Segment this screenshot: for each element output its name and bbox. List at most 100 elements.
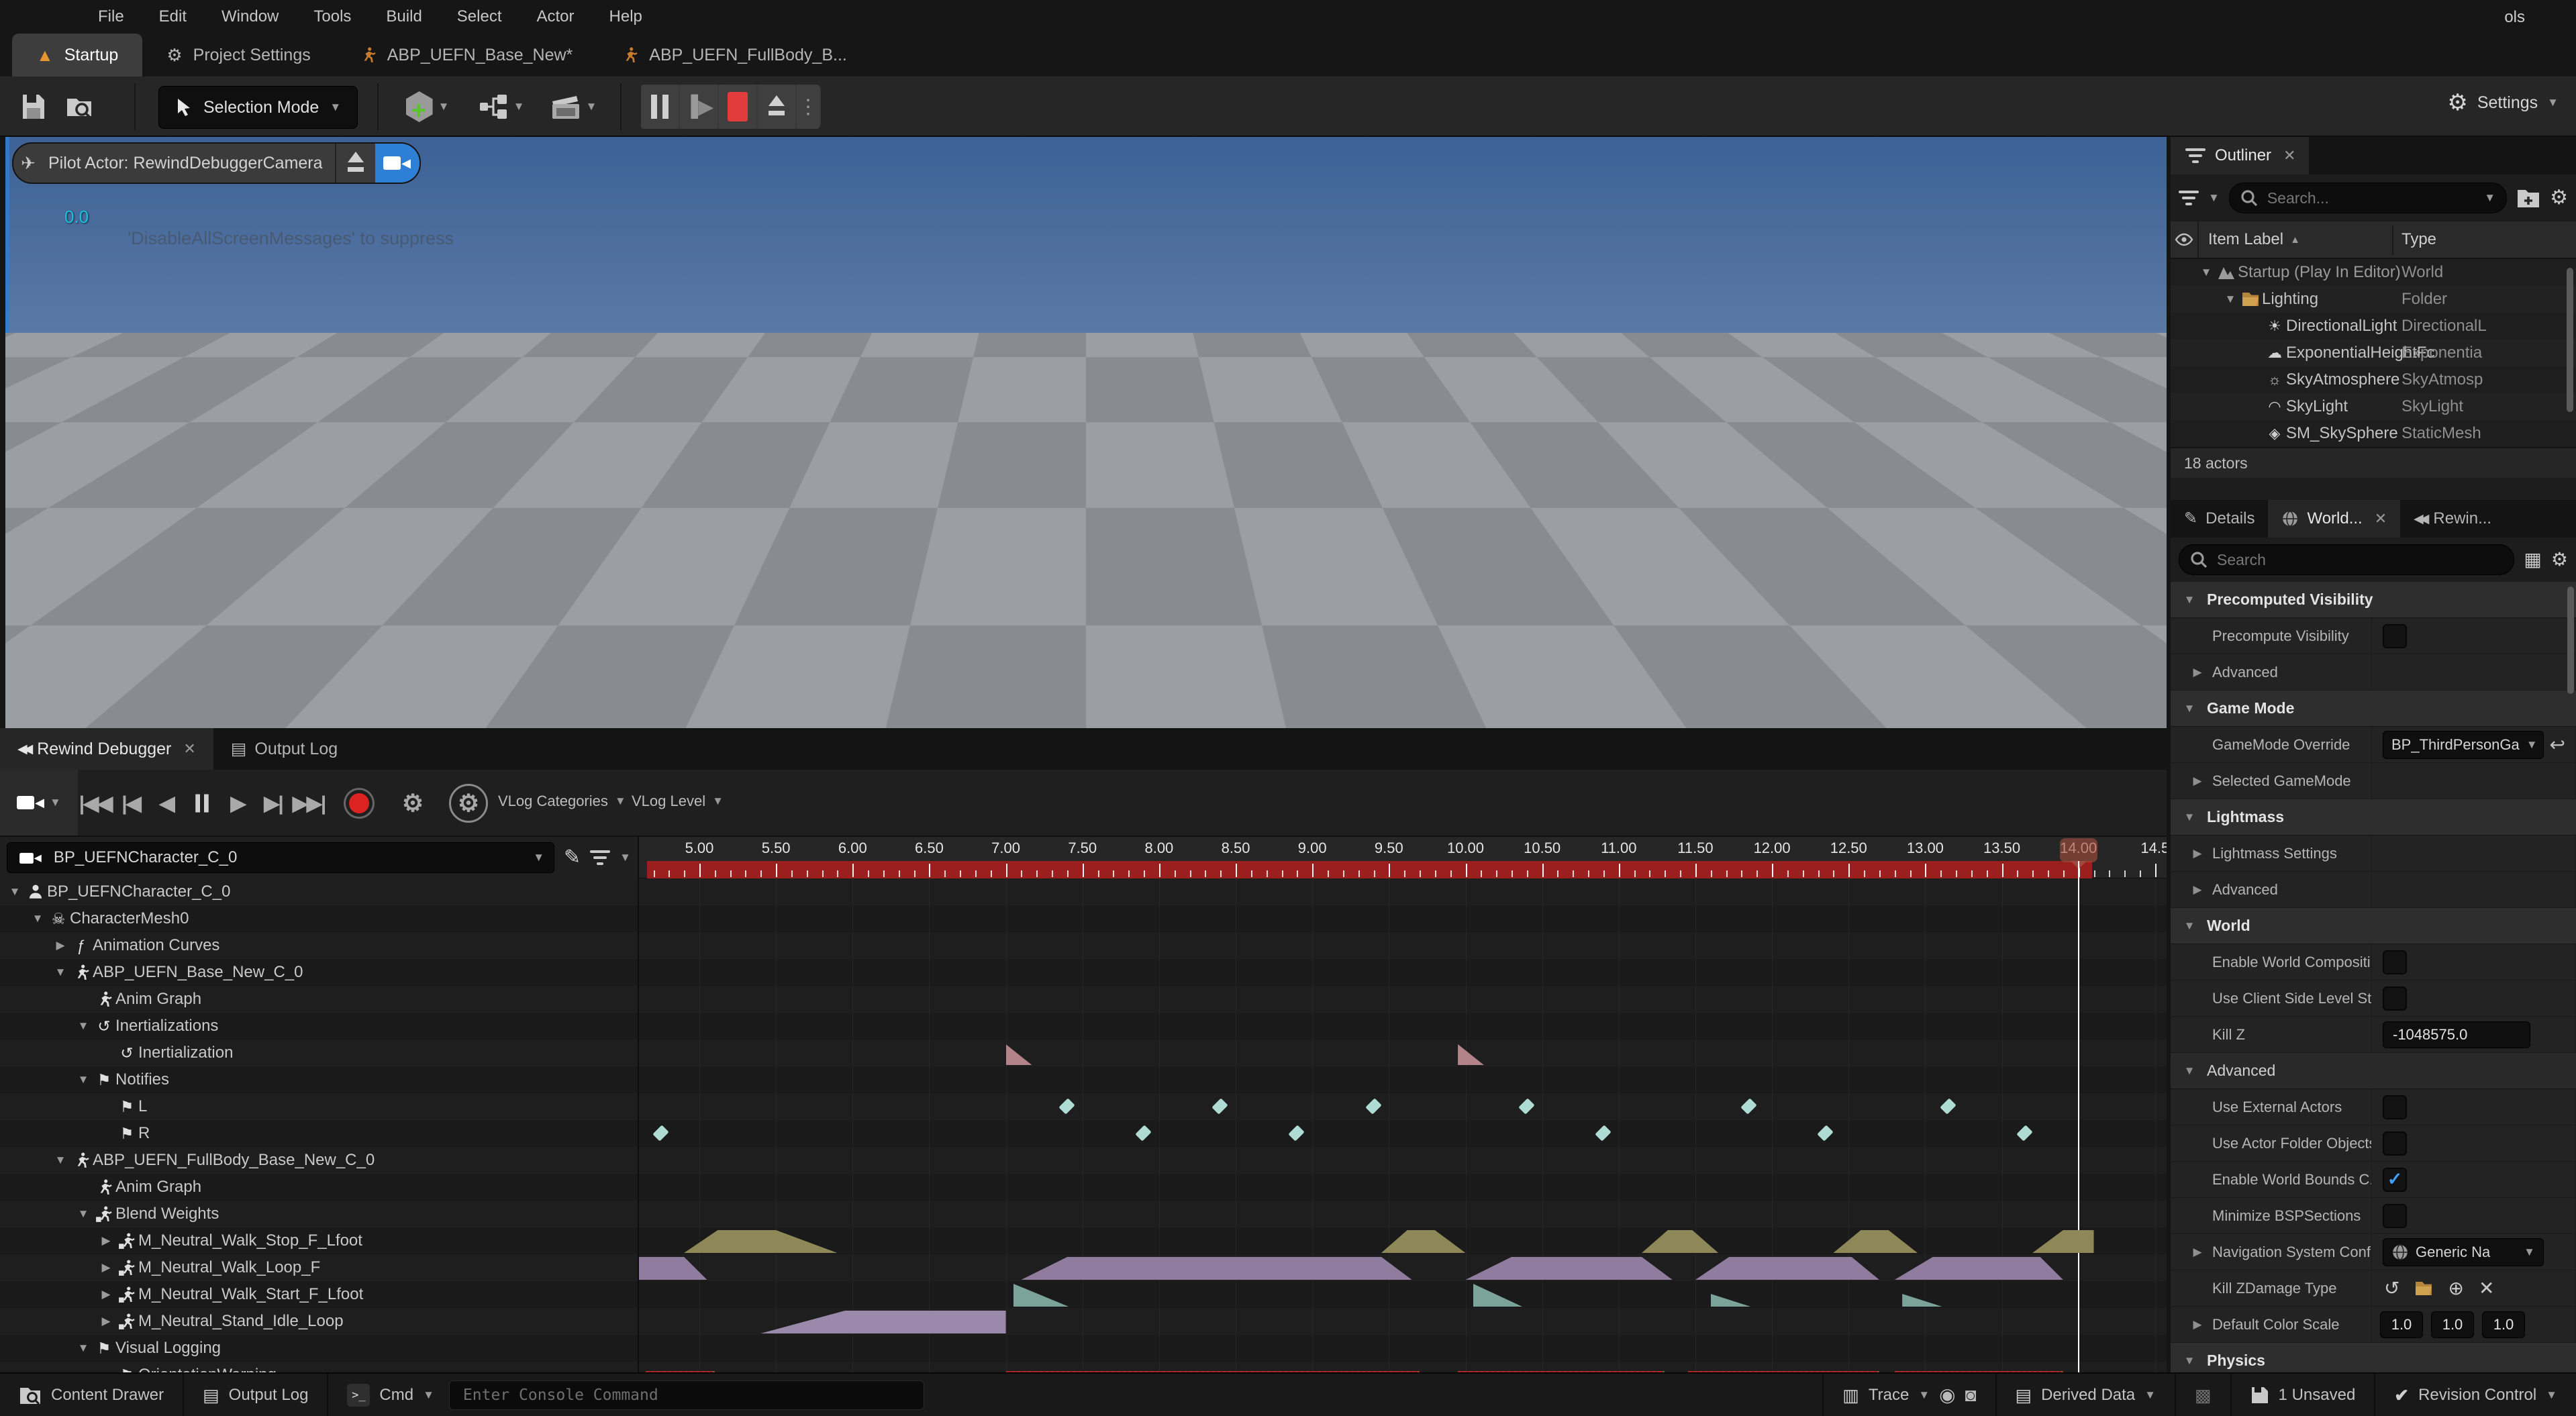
tree-row-inertialization[interactable]: ↺Inertialization	[0, 1040, 638, 1066]
pick-icon[interactable]: ⊕	[2448, 1279, 2463, 1298]
target-settings-button[interactable]: ⚙	[448, 782, 489, 825]
timeline-ruler[interactable]: 5.005.506.006.507.007.508.008.509.009.50…	[639, 837, 2167, 878]
tree-row-anim-graph[interactable]: Anim Graph	[0, 1174, 638, 1201]
details-scrollbar[interactable]	[2567, 587, 2574, 694]
tree-row-orientationwarping[interactable]: ⚑OrientationWarping	[0, 1362, 638, 1372]
outliner-search[interactable]: ▼	[2229, 183, 2507, 213]
vlog-level-dropdown[interactable]: VLog Level ▼	[632, 793, 724, 810]
tree-row-notifies[interactable]: ▼⚑Notifies	[0, 1066, 638, 1093]
section-advanced[interactable]: ▼Advanced	[2171, 1053, 2576, 1089]
expander-open-icon[interactable]: ▼	[74, 1342, 93, 1355]
tree-row-visual-logging[interactable]: ▼⚑Visual Logging	[0, 1335, 638, 1362]
tab-outliner[interactable]: Outliner ✕	[2171, 137, 2309, 174]
outliner-row[interactable]: ☼SkyAtmosphereSkyAtmosp	[2171, 366, 2576, 393]
tree-row-bp-uefncharacter-c-0[interactable]: ▼BP_UEFNCharacter_C_0	[0, 878, 638, 905]
asset-tab-project-settings[interactable]: ⚙Project Settings	[142, 34, 334, 77]
close-icon[interactable]: ✕	[2375, 510, 2387, 527]
details-settings-gear-icon[interactable]: ⚙	[2551, 550, 2568, 569]
autoeject-settings-button[interactable]: ⚙	[393, 782, 433, 825]
expander-icon[interactable]: ▶	[2191, 1246, 2204, 1259]
number-input[interactable]: 1.0	[2380, 1311, 2423, 1338]
expander-icon[interactable]: ▶	[2191, 774, 2204, 788]
outliner-row[interactable]: ☀DirectionalLightDirectionalL	[2171, 313, 2576, 340]
console-command-box[interactable]	[449, 1380, 924, 1410]
console-command-input[interactable]	[462, 1386, 911, 1405]
prev-frame-button[interactable]: |◀	[114, 782, 148, 825]
expander-open-icon[interactable]: ▼	[2197, 266, 2215, 279]
mode-selector[interactable]: Selection Mode ▼	[158, 86, 358, 129]
frame-skip-button[interactable]: ▐▶	[680, 85, 717, 129]
insights-button[interactable]: ▩	[2176, 1374, 2232, 1416]
reset-to-default-icon[interactable]: ↩	[2550, 734, 2565, 756]
tree-row-r[interactable]: ⚑R	[0, 1120, 638, 1147]
section-world[interactable]: ▼World	[2171, 908, 2576, 944]
expander-open-icon[interactable]: ▼	[51, 966, 70, 979]
close-icon[interactable]: ✕	[183, 740, 195, 758]
section-game-mode[interactable]: ▼Game Mode	[2171, 691, 2576, 727]
number-input[interactable]: 1.0	[2431, 1311, 2474, 1338]
tree-row-inertializations[interactable]: ▼↺Inertializations	[0, 1013, 638, 1040]
use-selected-icon[interactable]: ↺	[2384, 1279, 2399, 1298]
trace-snapshot-icon[interactable]: ◙	[1965, 1386, 1977, 1405]
pilot-actor-bar[interactable]: ✈ Pilot Actor: RewindDebuggerCamera ◀	[12, 142, 421, 184]
first-frame-button[interactable]: |◀◀	[79, 782, 112, 825]
tree-row-m-neutral-walk-stop-f-lfoot[interactable]: ▶M_Neutral_Walk_Stop_F_Lfoot	[0, 1227, 638, 1254]
section-lightmass[interactable]: ▼Lightmass	[2171, 799, 2576, 836]
menu-tools[interactable]: Tools	[313, 7, 351, 26]
asset-tab-startup[interactable]: ▲Startup	[12, 34, 142, 77]
browse-content-button[interactable]	[62, 86, 97, 128]
dropdown[interactable]: BP_ThirdPersonGa▼	[2383, 731, 2544, 759]
tab-output-log[interactable]: ▤Output Log	[213, 728, 355, 770]
tree-row-charactermesh0[interactable]: ▼☠CharacterMesh0	[0, 905, 638, 932]
stop-button[interactable]	[719, 85, 756, 129]
playhead-line[interactable]	[2078, 861, 2079, 1372]
expander-icon[interactable]: ▶	[97, 1315, 115, 1328]
cmd-dropdown[interactable]: >_ Cmd ▼	[328, 1374, 943, 1416]
save-button[interactable]	[16, 86, 51, 128]
outliner-row[interactable]: ▼Startup (Play In Editor)World	[2171, 259, 2576, 286]
menu-edit[interactable]: Edit	[159, 7, 187, 26]
expander-open-icon[interactable]: ▼	[28, 912, 47, 925]
debug-target-select[interactable]: ◀ BP_UEFNCharacter_C_0 ▼	[7, 842, 554, 873]
output-log-button[interactable]: ▤ Output Log	[184, 1374, 328, 1416]
expander-icon[interactable]: ▶	[97, 1261, 115, 1274]
tree-row-anim-graph[interactable]: Anim Graph	[0, 986, 638, 1013]
menu-file[interactable]: File	[98, 7, 124, 26]
trace-dropdown[interactable]: ▥ Trace ▼ ◉ ◙	[1822, 1374, 1996, 1416]
expander-open-icon[interactable]: ▼	[5, 885, 24, 899]
outliner-row[interactable]: ▼LightingFolder	[2171, 286, 2576, 313]
tree-row-abp-uefn-fullbody-base-new-c-0[interactable]: ▼ABP_UEFN_FullBody_Base_New_C_0	[0, 1147, 638, 1174]
filter-icon[interactable]	[2179, 191, 2199, 205]
asset-tab-abp-uefn-base-new-[interactable]: ABP_UEFN_Base_New*	[335, 34, 597, 77]
chevron-down-icon[interactable]: ▼	[2208, 191, 2220, 205]
details-search[interactable]	[2179, 544, 2514, 575]
expander-open-icon[interactable]: ▼	[2222, 293, 2239, 306]
clear-icon[interactable]: ✕	[2479, 1279, 2494, 1298]
tree-row-m-neutral-walk-loop-f[interactable]: ▶M_Neutral_Walk_Loop_F	[0, 1254, 638, 1281]
eyedropper-icon[interactable]: ✎	[564, 848, 581, 868]
number-input[interactable]: -1048575.0	[2383, 1021, 2530, 1048]
expander-open-icon[interactable]: ▼	[74, 1019, 93, 1033]
menu-window[interactable]: Window	[221, 7, 279, 26]
pie-options-button[interactable]: ⋮	[797, 85, 820, 129]
revision-control-button[interactable]: ✔ Revision Control ▼	[2375, 1374, 2576, 1416]
asset-tab-abp-uefn-fullbody-b-[interactable]: ABP_UEFN_FullBody_B...	[597, 34, 871, 77]
col-item-label[interactable]: Item Label	[2208, 230, 2283, 249]
trace-record-icon[interactable]: ◉	[1939, 1386, 1955, 1405]
expander-icon[interactable]: ▶	[51, 939, 70, 952]
menu-select[interactable]: Select	[457, 7, 502, 26]
outliner-search-input[interactable]	[2266, 189, 2476, 208]
outliner-settings-gear-icon[interactable]: ⚙	[2550, 188, 2568, 208]
tab-world[interactable]: World...✕	[2268, 500, 2400, 538]
expander-icon[interactable]: ▶	[2191, 883, 2204, 897]
expander-open-icon[interactable]: ▼	[74, 1207, 93, 1221]
tree-row-blend-weights[interactable]: ▼Blend Weights	[0, 1201, 638, 1227]
play-button[interactable]: ▶	[221, 782, 254, 825]
rewind-timeline[interactable]: 5.005.506.006.507.007.508.008.509.009.50…	[638, 837, 2167, 1372]
checkbox[interactable]	[2383, 1131, 2407, 1156]
eject-button[interactable]	[758, 85, 795, 129]
close-icon[interactable]: ✕	[2283, 147, 2295, 164]
number-input[interactable]: 1.0	[2482, 1311, 2525, 1338]
blueprints-button[interactable]: ▼	[470, 86, 533, 128]
checkbox[interactable]	[2383, 987, 2407, 1011]
